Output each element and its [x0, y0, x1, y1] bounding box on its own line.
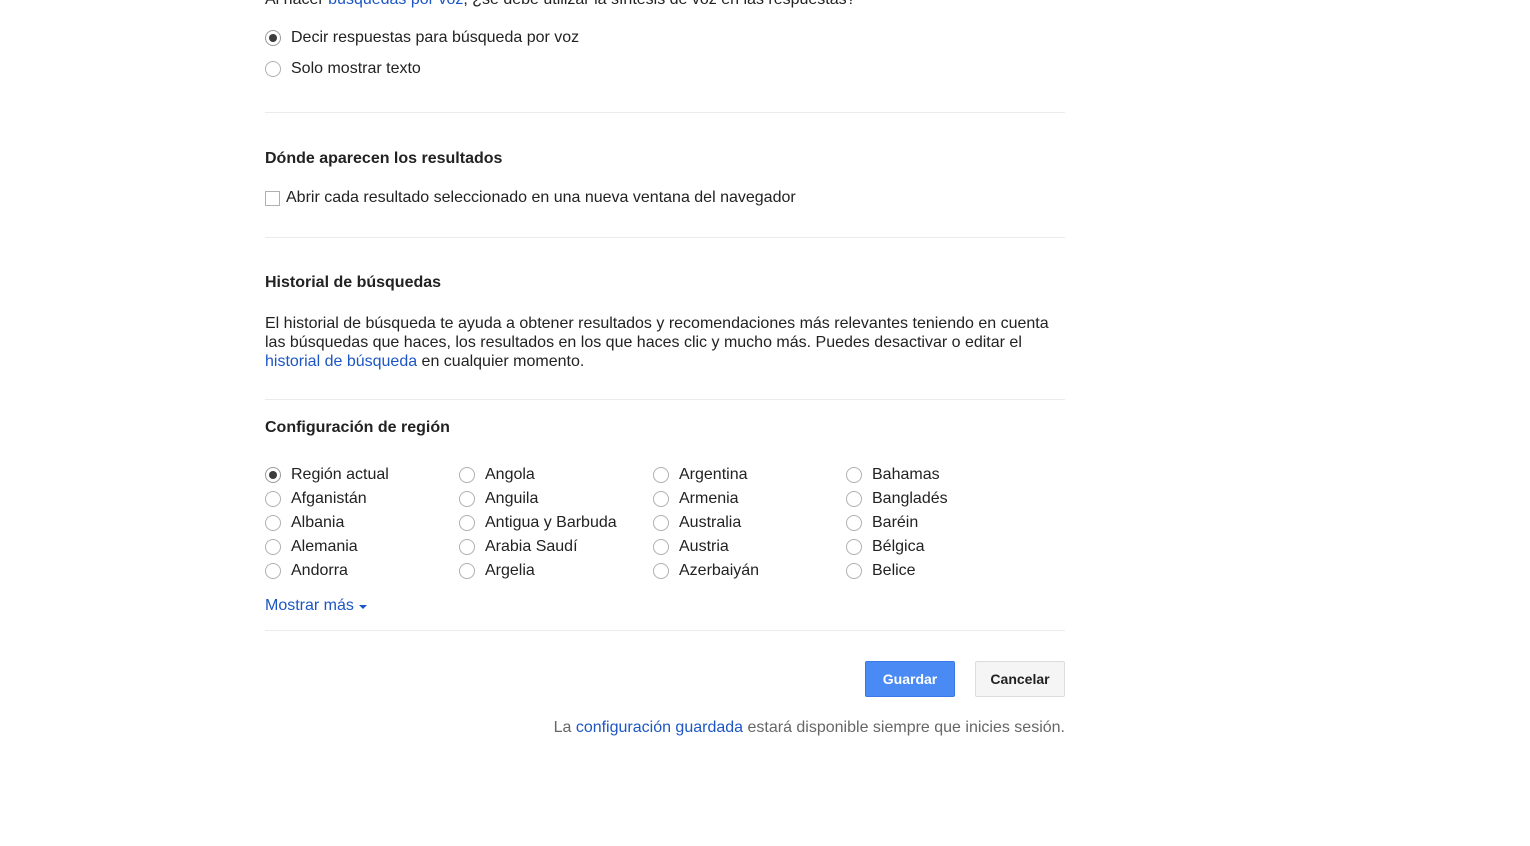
show-more-label: Mostrar más — [265, 597, 354, 614]
region-label: Anguila — [485, 490, 539, 507]
search-history-title: Historial de búsquedas — [265, 274, 442, 291]
cancel-button[interactable]: Cancelar — [975, 661, 1065, 697]
saved-settings-note: La configuración guardada estará disponi… — [554, 719, 1065, 737]
voice-option-speak[interactable]: Decir respuestas para búsqueda por voz — [265, 27, 579, 49]
region-label: Azerbaiyán — [679, 562, 760, 579]
region-option[interactable]: Bahamas — [846, 463, 948, 487]
region-radio[interactable] — [653, 563, 669, 579]
region-option[interactable]: Azerbaiyán — [653, 559, 759, 583]
region-option[interactable]: Albania — [265, 511, 389, 535]
region-option[interactable]: Bélgica — [846, 535, 948, 559]
region-radio[interactable] — [846, 467, 862, 483]
region-radio[interactable] — [459, 539, 475, 555]
region-radio[interactable] — [653, 539, 669, 555]
voice-text-only-radio[interactable] — [265, 61, 281, 77]
new-window-label: Abrir cada resultado seleccionado en una… — [286, 189, 796, 206]
region-option[interactable]: Belice — [846, 559, 948, 583]
region-label: Andorra — [291, 562, 348, 579]
region-radio[interactable] — [265, 539, 281, 555]
voice-search-link[interactable]: búsquedas por voz — [328, 0, 463, 8]
show-more-link[interactable]: Mostrar más — [265, 597, 367, 615]
region-radio[interactable] — [653, 491, 669, 507]
region-radio[interactable] — [846, 563, 862, 579]
voice-intro: Al hacer búsquedas por voz, ¿se debe uti… — [265, 0, 856, 9]
region-radio[interactable] — [459, 491, 475, 507]
divider — [265, 237, 1065, 238]
divider — [265, 630, 1065, 631]
region-option[interactable]: Andorra — [265, 559, 389, 583]
region-option[interactable]: Arabia Saudí — [459, 535, 617, 559]
region-option[interactable]: Australia — [653, 511, 759, 535]
region-radio[interactable] — [265, 563, 281, 579]
region-option[interactable]: Argentina — [653, 463, 759, 487]
region-radio[interactable] — [265, 467, 281, 483]
region-label: Bahamas — [872, 466, 940, 483]
region-radio[interactable] — [459, 563, 475, 579]
region-column-1: Región actual Afganistán Albania Alemani… — [265, 463, 389, 583]
region-option[interactable]: Armenia — [653, 487, 759, 511]
history-text-before: El historial de búsqueda te ayuda a obte… — [265, 315, 1049, 351]
voice-intro-prefix: Al hacer — [265, 0, 328, 8]
region-column-2: Angola Anguila Antigua y Barbuda Arabia … — [459, 463, 617, 583]
region-label: Región actual — [291, 466, 389, 483]
region-label: Baréin — [872, 514, 919, 531]
region-radio[interactable] — [653, 515, 669, 531]
caret-down-icon — [358, 605, 367, 609]
region-option[interactable]: Argelia — [459, 559, 617, 583]
region-radio[interactable] — [653, 467, 669, 483]
region-label: Belice — [872, 562, 916, 579]
new-window-checkbox[interactable] — [265, 190, 280, 206]
voice-option-text-only[interactable]: Solo mostrar texto — [265, 58, 421, 80]
region-radio[interactable] — [846, 539, 862, 555]
new-window-option[interactable]: Abrir cada resultado seleccionado en una… — [265, 189, 796, 207]
region-column-3: Argentina Armenia Australia Austria Azer… — [653, 463, 759, 583]
region-label: Armenia — [679, 490, 739, 507]
region-radio[interactable] — [459, 515, 475, 531]
region-label: Arabia Saudí — [485, 538, 578, 555]
region-label: Argelia — [485, 562, 535, 579]
footer-prefix: La — [553, 719, 576, 736]
search-history-description: El historial de búsqueda te ayuda a obte… — [265, 314, 1065, 371]
divider — [265, 112, 1065, 113]
saved-settings-link[interactable]: configuración guardada — [576, 719, 743, 736]
voice-intro-suffix: , ¿se debe utilizar la síntesis de voz e… — [463, 0, 855, 8]
region-radio[interactable] — [459, 467, 475, 483]
results-location-title: Dónde aparecen los resultados — [265, 150, 503, 167]
voice-speak-radio[interactable] — [265, 30, 281, 46]
region-option[interactable]: Antigua y Barbuda — [459, 511, 617, 535]
region-settings-title: Configuración de región — [265, 419, 450, 436]
region-radio[interactable] — [265, 515, 281, 531]
region-label: Austria — [679, 538, 729, 555]
divider — [265, 399, 1065, 400]
voice-text-only-label: Solo mostrar texto — [291, 60, 421, 77]
region-option[interactable]: Anguila — [459, 487, 617, 511]
region-label: Alemania — [291, 538, 358, 555]
search-history-link[interactable]: historial de búsqueda — [265, 353, 417, 370]
region-column-4: Bahamas Bangladés Baréin Bélgica Belice — [846, 463, 948, 583]
region-radio[interactable] — [846, 491, 862, 507]
region-option[interactable]: Baréin — [846, 511, 948, 535]
voice-speak-label: Decir respuestas para búsqueda por voz — [291, 29, 580, 46]
region-option[interactable]: Afganistán — [265, 487, 389, 511]
region-radio[interactable] — [846, 515, 862, 531]
region-option[interactable]: Angola — [459, 463, 617, 487]
region-label: Bangladés — [872, 490, 948, 507]
region-option[interactable]: Bangladés — [846, 487, 948, 511]
region-label: Argentina — [679, 466, 748, 483]
region-option[interactable]: Alemania — [265, 535, 389, 559]
footer-suffix: estará disponible siempre que inicies se… — [743, 719, 1065, 736]
region-label: Angola — [485, 466, 535, 483]
settings-page: Al hacer búsquedas por voz, ¿se debe uti… — [0, 0, 1530, 846]
save-button[interactable]: Guardar — [865, 661, 955, 697]
region-label: Albania — [291, 514, 345, 531]
region-label: Australia — [679, 514, 742, 531]
region-label: Bélgica — [872, 538, 925, 555]
history-text-after: en cualquier momento. — [417, 353, 585, 370]
region-label: Afganistán — [291, 490, 367, 507]
region-option[interactable]: Austria — [653, 535, 759, 559]
region-option[interactable]: Región actual — [265, 463, 389, 487]
region-radio[interactable] — [265, 491, 281, 507]
region-label: Antigua y Barbuda — [485, 514, 617, 531]
